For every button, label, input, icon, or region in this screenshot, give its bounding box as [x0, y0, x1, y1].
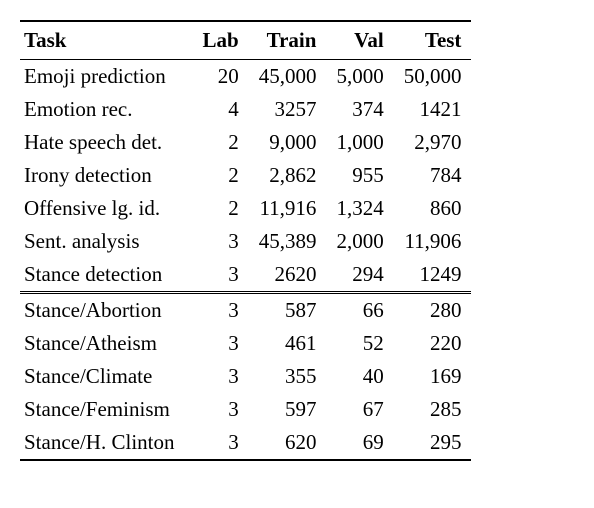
cell-lab: 3 [193, 258, 249, 293]
cell-val: 40 [326, 360, 393, 393]
cell-train: 3257 [249, 93, 327, 126]
cell-task: Sent. analysis [20, 225, 193, 258]
cell-lab: 2 [193, 126, 249, 159]
cell-lab: 2 [193, 192, 249, 225]
cell-lab: 3 [193, 327, 249, 360]
cell-task: Stance/Atheism [20, 327, 193, 360]
cell-train: 620 [249, 426, 327, 460]
cell-task: Stance/Feminism [20, 393, 193, 426]
cell-val: 2,000 [326, 225, 393, 258]
cell-val: 374 [326, 93, 393, 126]
cell-train: 9,000 [249, 126, 327, 159]
cell-val: 69 [326, 426, 393, 460]
cell-lab: 20 [193, 60, 249, 94]
cell-test: 1421 [394, 93, 472, 126]
cell-task: Irony detection [20, 159, 193, 192]
cell-task: Offensive lg. id. [20, 192, 193, 225]
cell-lab: 3 [193, 225, 249, 258]
cell-task: Stance/H. Clinton [20, 426, 193, 460]
table-row: Stance/H. Clinton362069295 [20, 426, 471, 460]
cell-task: Emoji prediction [20, 60, 193, 94]
cell-train: 11,916 [249, 192, 327, 225]
cell-task: Stance/Abortion [20, 293, 193, 328]
cell-task: Stance detection [20, 258, 193, 293]
cell-lab: 4 [193, 93, 249, 126]
cell-train: 597 [249, 393, 327, 426]
col-test: Test [394, 21, 472, 60]
cell-train: 2,862 [249, 159, 327, 192]
cell-val: 66 [326, 293, 393, 328]
cell-test: 169 [394, 360, 472, 393]
cell-train: 2620 [249, 258, 327, 293]
header-row: Task Lab Train Val Test [20, 21, 471, 60]
cell-val: 67 [326, 393, 393, 426]
table-row: Emoji prediction2045,0005,00050,000 [20, 60, 471, 94]
cell-train: 587 [249, 293, 327, 328]
cell-test: 860 [394, 192, 472, 225]
cell-test: 784 [394, 159, 472, 192]
cell-val: 294 [326, 258, 393, 293]
cell-task: Stance/Climate [20, 360, 193, 393]
cell-train: 45,000 [249, 60, 327, 94]
table-row: Irony detection22,862955784 [20, 159, 471, 192]
cell-train: 45,389 [249, 225, 327, 258]
table-row: Stance/Climate335540169 [20, 360, 471, 393]
cell-lab: 3 [193, 360, 249, 393]
table-row: Offensive lg. id.211,9161,324860 [20, 192, 471, 225]
cell-task: Emotion rec. [20, 93, 193, 126]
table-row: Stance/Atheism346152220 [20, 327, 471, 360]
cell-val: 1,000 [326, 126, 393, 159]
cell-test: 285 [394, 393, 472, 426]
table-row: Stance/Abortion358766280 [20, 293, 471, 328]
col-lab: Lab [193, 21, 249, 60]
table-row: Emotion rec.432573741421 [20, 93, 471, 126]
cell-train: 461 [249, 327, 327, 360]
table-row: Stance detection326202941249 [20, 258, 471, 293]
cell-lab: 3 [193, 426, 249, 460]
table-row: Sent. analysis345,3892,00011,906 [20, 225, 471, 258]
cell-test: 1249 [394, 258, 472, 293]
cell-val: 5,000 [326, 60, 393, 94]
col-train: Train [249, 21, 327, 60]
cell-train: 355 [249, 360, 327, 393]
cell-lab: 3 [193, 293, 249, 328]
cell-test: 220 [394, 327, 472, 360]
cell-test: 280 [394, 293, 472, 328]
cell-test: 295 [394, 426, 472, 460]
cell-test: 2,970 [394, 126, 472, 159]
cell-val: 52 [326, 327, 393, 360]
cell-val: 955 [326, 159, 393, 192]
table-row: Stance/Feminism359767285 [20, 393, 471, 426]
col-task: Task [20, 21, 193, 60]
cell-val: 1,324 [326, 192, 393, 225]
table-row: Hate speech det.29,0001,0002,970 [20, 126, 471, 159]
cell-lab: 2 [193, 159, 249, 192]
cell-test: 11,906 [394, 225, 472, 258]
cell-lab: 3 [193, 393, 249, 426]
cell-test: 50,000 [394, 60, 472, 94]
col-val: Val [326, 21, 393, 60]
cell-task: Hate speech det. [20, 126, 193, 159]
dataset-table: Task Lab Train Val Test Emoji prediction… [20, 20, 471, 461]
